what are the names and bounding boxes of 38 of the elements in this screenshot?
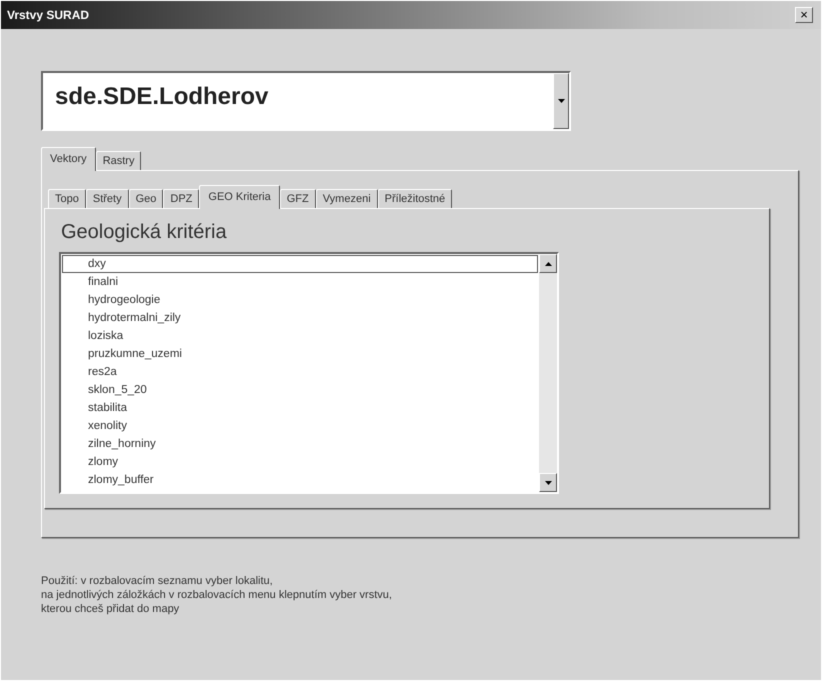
list-item[interactable]: finalni: [62, 273, 538, 291]
usage-note: kterou chceš přidat do mapy: [41, 602, 180, 616]
close-button[interactable]: ×: [795, 7, 813, 23]
list-item[interactable]: loziska: [62, 327, 538, 345]
window-title: Vrstvy SURAD: [7, 8, 90, 22]
tab[interactable]: GFZ: [280, 189, 316, 208]
list-item[interactable]: xenolity: [62, 417, 538, 435]
list-item[interactable]: zlomy_buffer: [62, 471, 538, 489]
tab[interactable]: Rastry: [96, 151, 142, 170]
tab[interactable]: Geo: [128, 189, 164, 208]
usage-note: na jednotlivých záložkách v rozbalovacích menu klepnutím vyber vrstvu,: [41, 588, 393, 602]
panel-heading: Geologická kritéria: [61, 221, 228, 244]
down-arrow-icon: [544, 480, 552, 484]
list-item[interactable]: sklon_5_20: [62, 381, 538, 399]
tab[interactable]: Příležitostné: [378, 189, 452, 208]
tab[interactable]: Střety: [86, 189, 129, 208]
tab[interactable]: Topo: [48, 189, 86, 208]
list-item[interactable]: hydrogeologie: [62, 291, 538, 309]
dropdown-button[interactable]: [553, 73, 569, 129]
list-item[interactable]: hydrotermalni_zily: [62, 309, 538, 327]
list-item[interactable]: zlomy: [62, 453, 538, 471]
layer-list[interactable]: dxy finalni hydrogeologie hydrotermalni_zily loziska pruzkumne_uzemi res2a sklon_5_20 stabilita xenolity zilne_horniny zlomy zlomy_buffer: [59, 252, 559, 494]
location-combo-box[interactable]: sde.SDE.Lodherov: [41, 71, 571, 131]
tab[interactable]: GEO Kriteria: [199, 185, 280, 209]
usage-note: Použití: v rozbalovacím seznamu vyber lokalitu,: [41, 574, 274, 588]
scroll-up-button[interactable]: [539, 254, 557, 273]
caret-icon: [558, 99, 564, 103]
tab[interactable]: DPZ: [163, 189, 200, 208]
list-item[interactable]: stabilita: [62, 399, 538, 417]
list-item[interactable]: dxy: [62, 255, 538, 273]
list-item[interactable]: pruzkumne_uzemi: [62, 345, 538, 363]
scrollbar[interactable]: [539, 254, 557, 492]
tab[interactable]: Vymezeni: [316, 189, 378, 208]
tab[interactable]: Vektory: [41, 147, 96, 171]
list-item[interactable]: zilne_horniny: [62, 435, 538, 453]
up-arrow-icon: [544, 262, 552, 266]
list-item[interactable]: res2a: [62, 363, 538, 381]
scroll-down-button[interactable]: [539, 473, 557, 492]
